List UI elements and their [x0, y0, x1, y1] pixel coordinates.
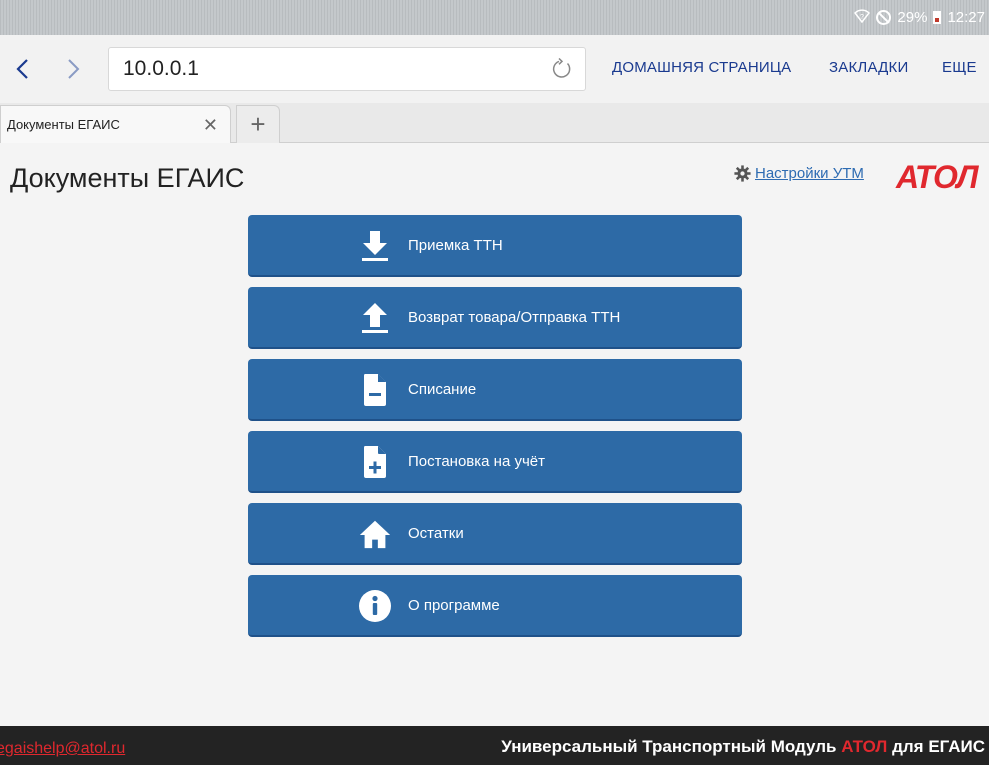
url-text: 10.0.0.1 [123, 57, 199, 80]
stock-balance-label: Остатки [408, 525, 464, 542]
register-label: Постановка на учёт [408, 453, 545, 470]
browser-toolbar: 10.0.0.1 ДОМАШНЯЯ СТРАНИЦА ЗАКЛАДКИ ЕЩЕ [0, 35, 989, 103]
write-off-label: Списание [408, 381, 477, 398]
atol-logo: АТОЛ [896, 159, 978, 195]
file-minus-icon [358, 372, 392, 408]
file-plus-icon [358, 444, 392, 480]
about-button[interactable]: О программе [248, 575, 742, 637]
battery-percent: 29% [897, 9, 928, 26]
gear-icon [734, 165, 751, 182]
support-email-link[interactable]: egaishelp@atol.ru [0, 740, 125, 758]
reload-icon[interactable] [551, 58, 573, 80]
receive-ttn-button[interactable]: Приемка ТТН [248, 215, 742, 277]
footer: egaishelp@atol.ru Универсальный Транспор… [0, 726, 989, 765]
about-label: О программе [408, 597, 500, 614]
chevron-right-icon [68, 59, 80, 79]
chevron-left-icon [16, 59, 28, 79]
stock-balance-button[interactable]: Остатки [248, 503, 742, 565]
footer-tagline-suffix: для ЕГАИС [887, 737, 985, 756]
tab-strip: Документы ЕГАИС ✕ + [0, 103, 989, 143]
footer-tagline: Универсальный Транспортный Модуль АТОЛ д… [501, 737, 985, 757]
back-button[interactable] [0, 47, 44, 91]
tab-title: Документы ЕГАИС [7, 117, 120, 132]
home-icon [358, 516, 392, 552]
more-link[interactable]: ЕЩЕ [942, 59, 977, 76]
upload-icon [358, 300, 392, 336]
new-tab-button[interactable]: + [236, 105, 280, 143]
page-title: Документы ЕГАИС [10, 163, 245, 193]
footer-tagline-brand: АТОЛ [841, 737, 888, 756]
svg-text:?: ? [860, 14, 864, 21]
return-goods-label: Возврат товара/Отправка ТТН [408, 309, 621, 326]
tab-egais-documents[interactable]: Документы ЕГАИС ✕ [0, 105, 231, 143]
battery-icon [933, 11, 942, 24]
bookmarks-link[interactable]: ЗАКЛАДКИ [829, 59, 908, 76]
return-goods-button[interactable]: Возврат товара/Отправка ТТН [248, 287, 742, 349]
page-content: Документы ЕГАИС Настройки УТМ АТОЛ Прием… [0, 143, 989, 726]
wifi-icon: ? [854, 8, 871, 27]
write-off-button[interactable]: Списание [248, 359, 742, 421]
plus-icon: + [250, 109, 266, 139]
address-bar[interactable]: 10.0.0.1 [108, 47, 586, 91]
close-tab-icon[interactable]: ✕ [203, 115, 218, 136]
utm-settings-label: Настройки УТМ [755, 165, 864, 182]
clock: 12:27 [947, 9, 985, 26]
register-button[interactable]: Постановка на учёт [248, 431, 742, 493]
forward-button[interactable] [52, 47, 96, 91]
download-icon [358, 228, 392, 264]
do-not-disturb-icon [876, 10, 892, 25]
footer-tagline-prefix: Универсальный Транспортный Модуль [501, 737, 842, 756]
utm-settings-link[interactable]: Настройки УТМ [734, 165, 864, 182]
home-page-link[interactable]: ДОМАШНЯЯ СТРАНИЦА [612, 59, 791, 76]
receive-ttn-label: Приемка ТТН [408, 237, 503, 254]
status-bar: ? 29% 12:27 [0, 0, 989, 35]
info-icon [358, 588, 392, 624]
